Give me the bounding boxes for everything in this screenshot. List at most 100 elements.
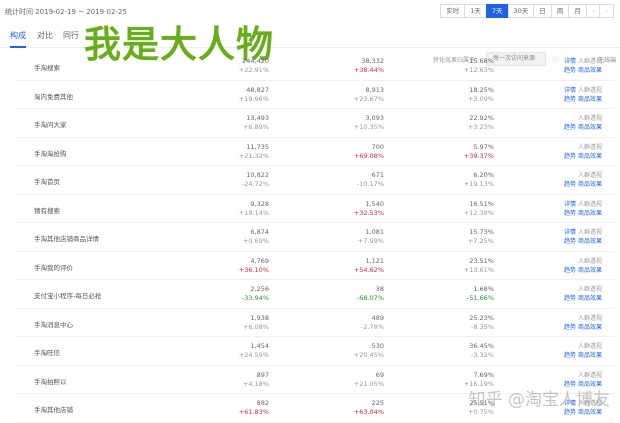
tab-peers[interactable]: 同行 <box>63 30 79 41</box>
detail-link[interactable]: 详情 <box>564 201 576 208</box>
trend-link[interactable]: 趋势 <box>564 153 576 160</box>
crowd-link[interactable]: 人群透视 <box>578 315 602 322</box>
metric-change: -68.07% <box>356 294 384 302</box>
row-actions: 详情 人群透视 趋势 商品效果 <box>564 228 602 246</box>
metric-cell: 10,822 -24.72% <box>242 171 269 189</box>
metric-change: +21.32% <box>238 151 269 160</box>
table-row: 淘内免费其他 48,827 +19.96% 8,913 +23.67% 18.25% +3… <box>16 81 614 109</box>
crowd-link[interactable]: 人群透视 <box>578 229 602 236</box>
trend-link[interactable]: 趋势 <box>564 124 576 131</box>
row-actions: 详情 人群透视 趋势 商品效果 <box>564 57 602 75</box>
trend-link[interactable]: 趋势 <box>564 324 576 331</box>
goods-effect-link[interactable]: 商品效果 <box>578 324 602 331</box>
table-row: 手淘我的评价 4,769 +36.10% 1,121 +54.62% 23.51% +13… <box>16 252 614 280</box>
metric-change: +22.91% <box>238 66 269 74</box>
metric-value: 36.45% <box>469 342 494 350</box>
goods-effect-link[interactable]: 商品效果 <box>578 352 602 359</box>
metric-value: 69 <box>375 370 384 379</box>
metric-value: 1,454 <box>250 342 269 350</box>
source-name: 手淘其他店铺 <box>34 406 73 414</box>
metric-cell: 25.23% -8.35% <box>469 314 494 332</box>
prev-icon[interactable]: ‹ <box>585 4 601 18</box>
metric-value: 489 <box>371 313 384 322</box>
crowd-link[interactable]: 人群透视 <box>578 343 602 350</box>
goods-effect-link[interactable]: 商品效果 <box>578 96 602 103</box>
goods-effect-link[interactable]: 商品效果 <box>578 181 602 188</box>
goods-effect-link[interactable]: 商品效果 <box>578 153 602 160</box>
detail-link[interactable]: 详情 <box>564 58 576 65</box>
metric-cell: 15.73% +7.25% <box>468 228 494 246</box>
metric-value: 16.51% <box>469 199 494 208</box>
metric-cell: 1,938 +6.08% <box>243 314 269 332</box>
metric-value: 15.68% <box>469 57 494 65</box>
crowd-link[interactable]: 人群透视 <box>578 58 602 65</box>
trend-link[interactable]: 趋势 <box>564 67 576 74</box>
period-button[interactable]: 1天 <box>464 4 487 18</box>
tab-composition[interactable]: 构成 <box>10 30 26 48</box>
metric-value: 1,540 <box>365 199 384 208</box>
period-button[interactable]: 月 <box>568 4 587 18</box>
metric-change: +18.14% <box>238 208 269 217</box>
period-button[interactable]: 7天 <box>485 4 509 18</box>
goods-effect-link[interactable]: 商品效果 <box>578 409 602 416</box>
period-button[interactable]: 日 <box>533 4 552 18</box>
metric-value: 15.73% <box>469 228 494 236</box>
row-actions: 人群透视 趋势 商品效果 <box>564 314 602 332</box>
metric-value: 7.69% <box>473 370 494 379</box>
goods-effect-link[interactable]: 商品效果 <box>578 295 602 302</box>
metric-change: +32.53% <box>353 208 384 217</box>
metric-change: +39.37% <box>463 151 494 160</box>
metric-change: +21.05% <box>353 379 384 388</box>
crowd-link[interactable]: 人群透视 <box>578 115 602 122</box>
metric-cell: 1.68% -51.66% <box>467 285 494 303</box>
metric-change: +63.04% <box>353 408 384 416</box>
metric-change: -3.32% <box>471 351 494 359</box>
trend-link[interactable]: 趋势 <box>564 409 576 416</box>
table-row: 手淘搜索 244,420 +22.91% 38,332 +38.44% 15.68% +1… <box>16 52 614 81</box>
crowd-link[interactable]: 人群透视 <box>578 201 602 208</box>
detail-link[interactable]: 详情 <box>564 87 576 94</box>
metric-value: 6,874 <box>250 228 269 236</box>
goods-effect-link[interactable]: 商品效果 <box>578 238 602 245</box>
crowd-link[interactable]: 人群透视 <box>578 87 602 94</box>
metric-change: +12.38% <box>463 208 494 217</box>
period-button[interactable]: 周 <box>550 4 570 18</box>
metric-value: 3,093 <box>365 114 384 122</box>
goods-effect-link[interactable]: 商品效果 <box>578 267 602 274</box>
trend-link[interactable]: 趋势 <box>564 238 576 245</box>
trend-link[interactable]: 趋势 <box>564 181 576 188</box>
table-row: 手淘消息中心 1,938 +6.08% 489 -2.78% 25.23% -8.35% … <box>16 309 614 337</box>
goods-effect-link[interactable]: 商品效果 <box>578 210 602 217</box>
metric-change: +69.08% <box>353 151 384 160</box>
trend-link[interactable]: 趋势 <box>564 96 576 103</box>
trend-link[interactable]: 趋势 <box>564 267 576 274</box>
trend-link[interactable]: 趋势 <box>564 352 576 359</box>
metric-change: +7.99% <box>357 237 384 245</box>
period-button[interactable]: 30天 <box>507 4 535 18</box>
metric-value: 23.51% <box>469 256 494 265</box>
crowd-link[interactable]: 人群透视 <box>578 172 602 179</box>
metric-change: +0.69% <box>242 237 269 245</box>
metric-cell: 897 +4.18% <box>243 371 269 389</box>
metric-value: 38,332 <box>361 57 384 65</box>
trend-link[interactable]: 趋势 <box>564 295 576 302</box>
metric-change: +10.35% <box>353 123 384 131</box>
goods-effect-link[interactable]: 商品效果 <box>578 67 602 74</box>
detail-link[interactable]: 详情 <box>564 229 576 236</box>
crowd-link[interactable]: 人群透视 <box>578 372 602 379</box>
metric-change: +3.23% <box>467 123 494 131</box>
period-selector: 实时 1天 7天 30天日周月 ‹ › <box>440 4 614 18</box>
crowd-link[interactable]: 人群透视 <box>578 286 602 293</box>
source-name: 手淘搜索 <box>34 64 60 72</box>
crowd-link[interactable]: 人群透视 <box>578 258 602 265</box>
metric-cell: 5.97% +39.37% <box>464 143 494 161</box>
next-icon[interactable]: › <box>599 4 614 18</box>
goods-effect-link[interactable]: 商品效果 <box>578 124 602 131</box>
tab-compare[interactable]: 对比 <box>37 30 53 41</box>
metric-value: 225 <box>371 399 384 407</box>
source-name: 淘内免费其他 <box>34 92 73 101</box>
metric-value: 530 <box>371 342 384 350</box>
crowd-link[interactable]: 人群透视 <box>578 144 602 151</box>
period-button[interactable]: 实时 <box>440 4 466 18</box>
trend-link[interactable]: 趋势 <box>564 210 576 217</box>
